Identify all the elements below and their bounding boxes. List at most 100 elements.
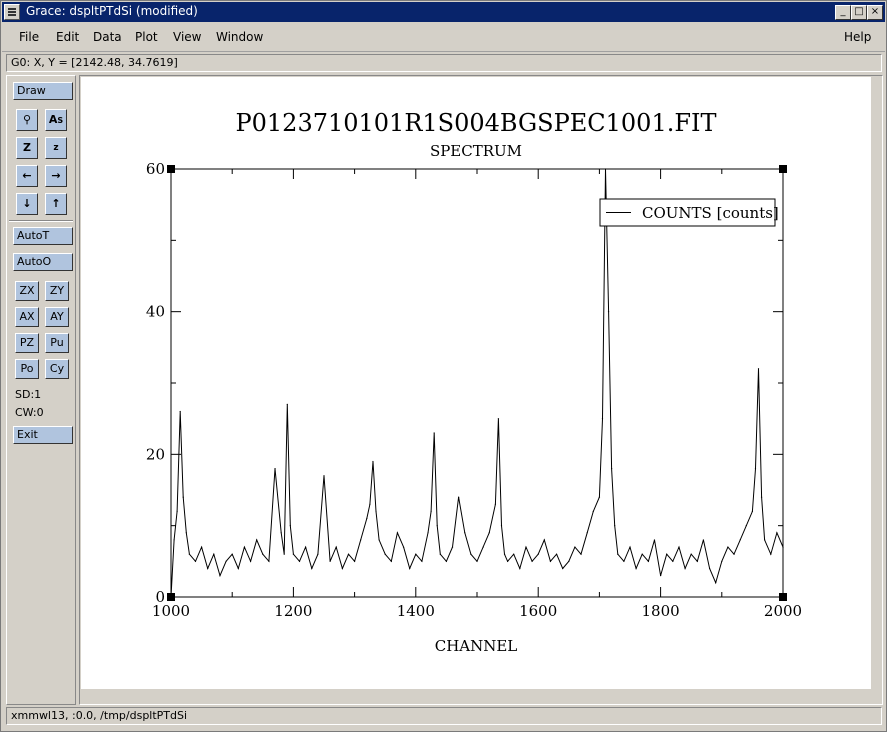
data-point xyxy=(592,510,594,512)
data-point xyxy=(194,560,197,562)
data-point xyxy=(176,510,178,512)
menu-bar: File Edit Data Plot View Window Help xyxy=(2,23,885,52)
x-tick-label: 1600 xyxy=(519,602,557,620)
menu-window[interactable]: Window xyxy=(216,30,263,44)
arrow-left-icon[interactable]: ← xyxy=(16,165,38,187)
zoom-in-icon[interactable]: Z xyxy=(16,137,38,159)
menu-plot[interactable]: Plot xyxy=(135,30,158,44)
data-point xyxy=(335,546,337,548)
data-point xyxy=(292,553,294,555)
data-point xyxy=(409,567,411,570)
data-point xyxy=(562,567,564,570)
magnifier-icon[interactable]: ⚲ xyxy=(16,109,38,131)
zy-button[interactable]: ZY xyxy=(45,281,69,301)
window-menu-icon[interactable] xyxy=(4,4,20,20)
y-tick-label: 20 xyxy=(146,445,165,463)
plot-frame xyxy=(170,168,784,598)
y-tick-label: 60 xyxy=(146,160,165,178)
data-point xyxy=(347,553,350,555)
data-point xyxy=(280,532,282,534)
data-point xyxy=(751,510,754,512)
legend[interactable]: COUNTS [counts] xyxy=(599,198,779,227)
data-point xyxy=(503,553,506,555)
data-point xyxy=(231,553,233,555)
data-point xyxy=(384,553,386,555)
data-point xyxy=(614,525,616,527)
data-point xyxy=(580,553,582,555)
ax-button[interactable]: AX xyxy=(15,307,39,327)
title-bar[interactable]: Grace: dspltPTdSi (modified) _ □ × xyxy=(2,2,885,22)
data-point xyxy=(305,546,307,548)
data-point xyxy=(739,539,741,541)
menu-view[interactable]: View xyxy=(173,30,201,44)
data-point xyxy=(378,539,380,541)
legend-label: COUNTS [counts] xyxy=(642,204,779,222)
data-point xyxy=(329,560,331,562)
arrow-down-icon[interactable]: ↓ xyxy=(16,193,38,215)
data-point xyxy=(396,532,399,534)
data-point xyxy=(513,553,515,555)
data-point xyxy=(721,560,723,562)
x-tick-label: 1800 xyxy=(642,602,680,620)
menu-file[interactable]: File xyxy=(19,30,39,44)
pz-button[interactable]: PZ xyxy=(15,333,39,353)
autot-button[interactable]: AutoT xyxy=(13,227,73,245)
data-point xyxy=(500,525,503,527)
arrow-right-icon[interactable]: → xyxy=(45,165,67,187)
chart-title: P0123710101R1S004BGSPEC1001.FIT xyxy=(235,109,716,137)
data-point xyxy=(678,546,680,548)
plot-canvas[interactable]: P0123710101R1S004BGSPEC1001.FIT SPECTRUM… xyxy=(81,77,871,689)
chart-subtitle: SPECTRUM xyxy=(430,142,522,160)
data-point xyxy=(568,560,570,562)
data-point xyxy=(182,496,184,498)
data-point xyxy=(623,560,625,562)
x-axis-label: CHANNEL xyxy=(435,637,518,655)
pu-button[interactable]: Pu xyxy=(45,333,69,353)
series-group xyxy=(170,168,784,598)
minimize-icon[interactable]: _ xyxy=(835,5,851,20)
current-world-readout: CW:0 xyxy=(15,406,44,419)
data-point xyxy=(525,546,527,548)
data-point xyxy=(323,475,325,477)
x-tick-label: 2000 xyxy=(764,602,802,620)
data-point xyxy=(549,560,552,562)
maximize-icon[interactable]: □ xyxy=(851,5,867,20)
data-point xyxy=(754,468,757,470)
menu-data[interactable]: Data xyxy=(93,30,122,44)
data-point xyxy=(436,525,438,527)
spectrum-chart[interactable]: P0123710101R1S004BGSPEC1001.FIT SPECTRUM… xyxy=(81,77,871,689)
data-point xyxy=(733,553,735,555)
data-point xyxy=(497,418,500,420)
data-point xyxy=(445,560,447,562)
data-point xyxy=(470,553,472,555)
arrow-up-icon[interactable]: ↑ xyxy=(45,193,67,215)
data-point xyxy=(354,560,356,562)
cy-button[interactable]: Cy xyxy=(45,359,69,379)
data-point xyxy=(237,567,239,570)
po-button[interactable]: Po xyxy=(15,359,39,379)
zoom-out-icon[interactable]: z xyxy=(45,137,67,159)
x-tick-label: 1400 xyxy=(397,602,435,620)
autoo-button[interactable]: AutoO xyxy=(13,253,73,271)
y-tick-label: 40 xyxy=(146,303,165,321)
data-point xyxy=(464,532,466,534)
data-point xyxy=(298,560,301,562)
data-point xyxy=(672,560,674,562)
zx-button[interactable]: ZX xyxy=(15,281,39,301)
menu-help[interactable]: Help xyxy=(844,30,871,44)
exit-button[interactable]: Exit xyxy=(13,426,73,444)
data-point xyxy=(653,539,656,541)
axes-group: 1000 1200 1400 1600 1800 20000204060 xyxy=(146,160,802,620)
draw-button[interactable]: Draw xyxy=(13,82,73,100)
menu-edit[interactable]: Edit xyxy=(56,30,79,44)
data-point xyxy=(604,168,607,170)
ay-button[interactable]: AY xyxy=(45,307,69,327)
data-point xyxy=(219,575,221,577)
close-icon[interactable]: × xyxy=(867,5,883,20)
series-line-counts xyxy=(170,168,784,598)
data-point xyxy=(611,468,613,470)
data-point xyxy=(430,510,432,512)
data-point xyxy=(555,553,558,555)
data-point xyxy=(427,532,429,534)
text-size-icon[interactable]: AS xyxy=(45,109,67,131)
